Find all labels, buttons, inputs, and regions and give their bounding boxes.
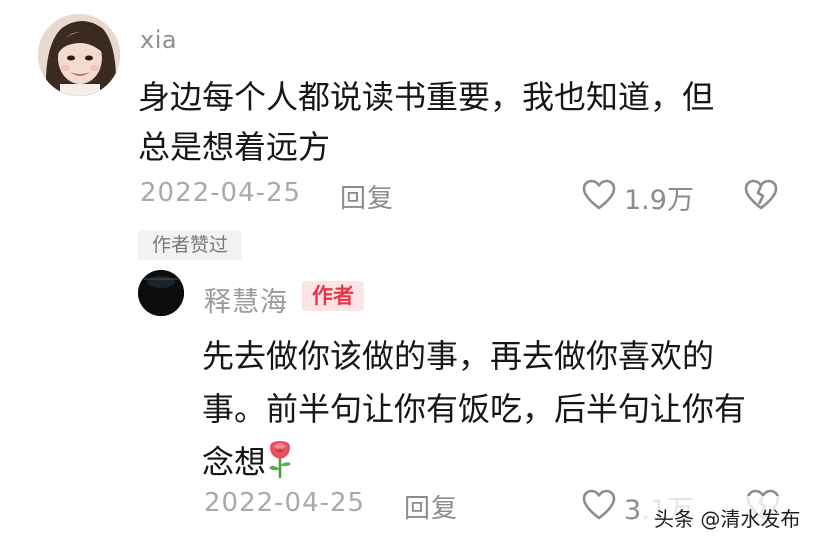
avatar[interactable] (38, 14, 120, 96)
reply-avatar-photo (138, 270, 184, 316)
comment-text-line: 总是想着远方 (138, 128, 331, 166)
dislike-broken-heart-icon[interactable] (744, 179, 778, 211)
watermark: 头条 @清水发布 (654, 507, 801, 531)
liked-by-author-tag: 作者赞过 (138, 230, 242, 260)
comment-thread: xia 身边每个人都说读书重要，我也知道，但 总是想着远方 2022-04-25… (0, 0, 824, 540)
reply-text-line: 先去做你该做的事，再去做你喜欢的 (202, 337, 715, 375)
avatar-photo (38, 14, 120, 96)
comment-date: 2022-04-25 (140, 178, 302, 208)
reply-text-line: 念想 (202, 443, 267, 481)
reply-text: 先去做你该做的事，再去做你喜欢的 事。前半句让你有饭吃，后半句让你有 念想 (202, 330, 802, 495)
reply-date: 2022-04-25 (204, 488, 366, 518)
reply-reply-button[interactable]: 回复 (404, 488, 458, 525)
reply-text-line: 事。前半句让你有饭吃，后半句让你有 (202, 390, 747, 428)
reply-avatar[interactable] (138, 270, 184, 316)
comment-text: 身边每个人都说读书重要，我也知道，但 总是想着远方 (138, 72, 778, 172)
reply-username[interactable]: 释慧海 (204, 280, 288, 319)
like-count: 1.9万 (624, 185, 694, 216)
like-heart-icon[interactable] (582, 179, 616, 211)
author-badge: 作者 (302, 281, 364, 311)
reply-button[interactable]: 回复 (340, 178, 394, 215)
comment-username[interactable]: xia (140, 26, 177, 54)
comment-text-line: 身边每个人都说读书重要，我也知道，但 (138, 78, 715, 116)
reply-like-heart-icon[interactable] (582, 489, 616, 521)
rose-emoji-icon (266, 439, 294, 495)
